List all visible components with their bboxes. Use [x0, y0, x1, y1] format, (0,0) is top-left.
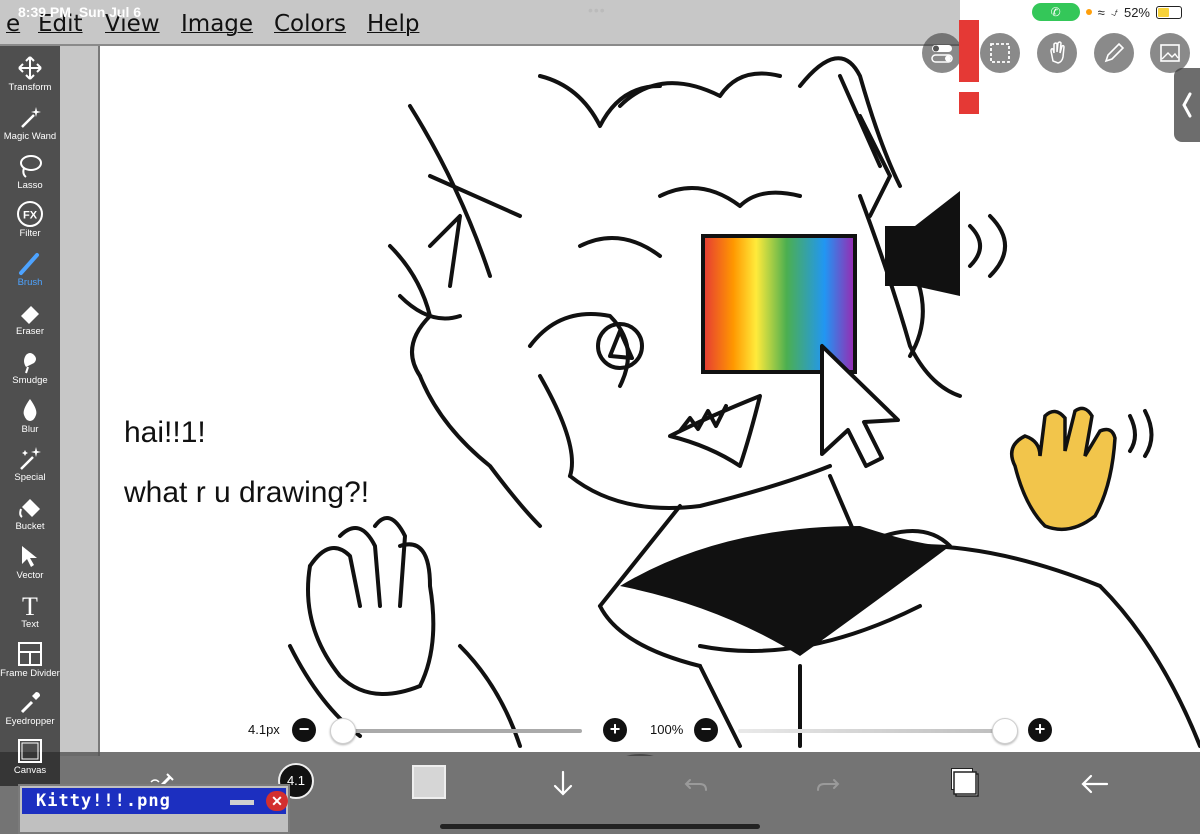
- tool-label: Magic Wand: [3, 130, 57, 142]
- tool-label: Frame Divider: [0, 667, 60, 679]
- file-titlebar[interactable]: Kitty!!!.png ✕: [22, 788, 288, 814]
- tool-vector[interactable]: Vector: [0, 540, 60, 589]
- brush-size-increase-button[interactable]: +: [603, 718, 627, 742]
- tool-bucket[interactable]: Bucket: [0, 491, 60, 540]
- toggle-settings-icon[interactable]: [922, 33, 962, 73]
- opacity-track[interactable]: [738, 729, 1006, 733]
- hand-icon[interactable]: [1037, 33, 1077, 73]
- brush-size-track[interactable]: [332, 729, 582, 733]
- move-arrows-icon: [0, 54, 60, 82]
- mic-indicator-icon: [1085, 9, 1092, 15]
- tool-label: Smudge: [12, 374, 48, 386]
- file-window: Kitty!!!.png ✕: [18, 784, 290, 834]
- tool-label: Text: [21, 618, 39, 630]
- headphones-icon: ⍻: [1110, 4, 1118, 19]
- undo-icon[interactable]: [676, 764, 716, 804]
- status-time: 8:39 PM Sun Jul 6: [18, 4, 141, 20]
- tool-sidebar: Transform Magic Wand Lasso FX Filter Brush Era…: [0, 46, 60, 786]
- svg-text:FX: FX: [23, 210, 38, 222]
- status-clock: 8:39 PM: [18, 4, 71, 20]
- status-bar: 8:39 PM Sun Jul 6 ••• ✆ ≈ ⍻ 52%: [0, 0, 1200, 26]
- sparkle-wand-icon: [0, 444, 60, 472]
- battery-percent: 52%: [1123, 4, 1150, 20]
- opacity-decrease-button[interactable]: −: [694, 718, 718, 742]
- canvas-icon: [0, 737, 60, 765]
- image-icon[interactable]: [1150, 33, 1190, 73]
- magic-wand-icon: [0, 103, 60, 131]
- tool-label: Canvas: [13, 765, 47, 777]
- text-icon: T: [0, 591, 60, 619]
- tool-smudge[interactable]: Smudge: [0, 345, 60, 394]
- question-text: what r u drawing?!: [124, 476, 370, 509]
- fx-filter-icon: FX: [0, 200, 60, 228]
- download-icon[interactable]: [543, 764, 583, 804]
- battery-level: [1158, 7, 1169, 17]
- redo-icon[interactable]: [808, 764, 848, 804]
- opacity-thumb[interactable]: [992, 718, 1018, 744]
- opacity-increase-button[interactable]: +: [1028, 718, 1052, 742]
- status-date: Sun Jul 6: [78, 4, 142, 20]
- tool-magic-wand[interactable]: Magic Wand: [0, 101, 60, 150]
- tool-label: Lasso: [17, 179, 43, 191]
- tool-blur[interactable]: Blur: [0, 394, 60, 443]
- tool-eraser[interactable]: Eraser: [0, 296, 60, 345]
- opacity-value: 100%: [650, 722, 684, 737]
- tool-label: Transform: [8, 82, 52, 93]
- tool-filter[interactable]: FX Filter: [0, 198, 60, 247]
- brush-size-value: 4.1px: [248, 722, 280, 737]
- back-arrow-icon[interactable]: [1075, 764, 1115, 804]
- close-icon[interactable]: ✕: [266, 791, 288, 811]
- vector-arrow-icon: [0, 542, 60, 570]
- layers-icon[interactable]: [942, 762, 982, 802]
- tool-text[interactable]: T Text: [0, 589, 60, 638]
- drawing-canvas[interactable]: hai!!1! what r u drawing?!: [100, 46, 1200, 788]
- file-title: Kitty!!!.png: [36, 791, 171, 811]
- tool-canvas[interactable]: Canvas: [0, 735, 60, 784]
- lasso-icon: [0, 152, 60, 180]
- greeting-text: hai!!1!: [124, 416, 206, 449]
- side-panel-handle[interactable]: [1174, 68, 1200, 142]
- tool-label: Blur: [21, 423, 39, 435]
- tool-label: Filter: [19, 228, 41, 240]
- character-drawing: [288, 56, 1200, 788]
- tool-label: Vector: [16, 570, 44, 581]
- battery-icon: [1156, 5, 1182, 19]
- tool-label: Eyedropper: [5, 716, 55, 728]
- selection-icon[interactable]: [980, 33, 1020, 73]
- tool-eyedropper[interactable]: Eyedropper: [0, 686, 60, 735]
- pencil-icon[interactable]: [1094, 33, 1134, 73]
- color-swatch-icon[interactable]: [412, 765, 446, 799]
- eyedropper-icon: [0, 688, 60, 716]
- bucket-icon: [0, 493, 60, 521]
- tool-brush[interactable]: Brush: [0, 247, 60, 296]
- home-indicator[interactable]: [440, 824, 760, 829]
- tool-label: Eraser: [16, 326, 44, 337]
- tool-label: Brush: [17, 277, 43, 289]
- frame-divider-icon: [0, 640, 60, 668]
- tool-lasso[interactable]: Lasso: [0, 150, 60, 199]
- tool-special[interactable]: Special: [0, 442, 60, 491]
- svg-text:T: T: [22, 592, 38, 619]
- wifi-icon: ≈: [1097, 4, 1105, 20]
- tool-transform[interactable]: Transform: [0, 52, 60, 101]
- brush-icon: [0, 249, 60, 277]
- tool-label: Bucket: [15, 521, 45, 533]
- opacity-slider[interactable]: 100% − +: [650, 718, 1056, 744]
- blur-drop-icon: [0, 396, 60, 424]
- brush-size-slider[interactable]: 4.1px − +: [248, 718, 628, 744]
- eraser-icon: [0, 298, 60, 326]
- multitask-dots-icon[interactable]: •••: [588, 2, 606, 18]
- call-indicator-icon[interactable]: ✆: [1031, 3, 1080, 21]
- smudge-icon: [0, 347, 60, 375]
- tool-frame-divider[interactable]: Frame Divider: [0, 638, 60, 687]
- status-right: ✆ ≈ ⍻ 52%: [1031, 3, 1182, 21]
- tool-label: Special: [14, 472, 46, 484]
- warning-exclamation-icon: [959, 20, 979, 114]
- minimize-icon[interactable]: [230, 800, 254, 805]
- retro-window-frame: [60, 46, 100, 756]
- brush-size-thumb[interactable]: [330, 718, 356, 744]
- brush-size-decrease-button[interactable]: −: [292, 718, 316, 742]
